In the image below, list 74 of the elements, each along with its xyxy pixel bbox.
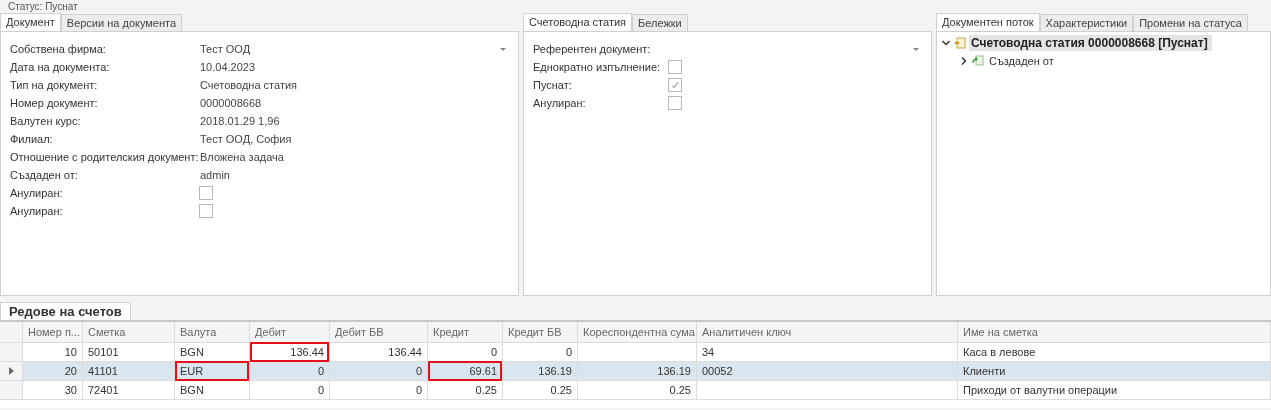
table-cell: 136.19 (578, 362, 697, 381)
column-header[interactable]: Номер п... (23, 322, 83, 343)
column-header[interactable]: Кредит БВ (503, 322, 578, 343)
column-header[interactable]: Дебит (250, 322, 330, 343)
table-cell: 0.25 (503, 381, 578, 400)
dropdown-value[interactable]: Тест ООД (200, 43, 251, 55)
field-label: Собствена фирма: (10, 43, 107, 55)
tab[interactable]: Версии на документа (60, 14, 183, 31)
field-label: Номер документ: (10, 97, 99, 109)
table-cell: 0 (330, 381, 428, 400)
tab[interactable]: Характеристики (1039, 14, 1134, 31)
chevron-right-icon[interactable] (959, 56, 969, 66)
table-cell: 20 (23, 362, 83, 381)
table-cell: 30 (23, 381, 83, 400)
tab[interactable]: Документ (0, 13, 61, 31)
table-cell: 69.61 (428, 362, 503, 381)
field-label: Валутен курс: (10, 115, 82, 127)
table-cell: 0 (250, 381, 330, 400)
table-cell: 0.25 (428, 381, 503, 400)
document-icon (954, 37, 966, 49)
column-header[interactable]: Валута (175, 322, 250, 343)
field-value: 0000008668 (200, 97, 262, 109)
tab[interactable]: Бележки (632, 14, 688, 31)
tree-item[interactable]: Създаден от (987, 54, 1058, 68)
field-label: Анулиран: (10, 187, 64, 199)
field-label: Референтен документ: (533, 43, 652, 55)
column-header[interactable]: Кредит (428, 322, 503, 343)
column-header[interactable]: Име на сметка (958, 322, 1271, 343)
field-label: Анулиран: (10, 205, 64, 217)
column-header[interactable]: Кореспондентна сума (578, 322, 697, 343)
field-label: Тип на документ: (10, 79, 99, 91)
check-icon (670, 80, 680, 90)
table-cell: Клиенти (958, 362, 1271, 381)
tab[interactable]: Редове на счетов (0, 302, 131, 320)
table-cell: Приходи от валутни операции (958, 381, 1271, 400)
field-value: Тест ООД, София (200, 133, 292, 145)
field-value: admin (200, 169, 230, 181)
row-indicator[interactable] (0, 362, 23, 381)
table-cell: 00052 (697, 362, 958, 381)
table-cell: EUR (175, 362, 250, 381)
status-label: Статус: Пуснат (7, 1, 78, 12)
table-cell: BGN (175, 381, 250, 400)
field-value: Счетоводна статия (200, 79, 298, 91)
table-cell: 0 (330, 362, 428, 381)
chevron-down-icon[interactable] (941, 38, 951, 48)
field-label: Отношение с родителския документ: (10, 151, 200, 163)
checkbox[interactable] (199, 186, 213, 200)
table-cell: 0.25 (578, 381, 697, 400)
tab[interactable]: Промени на статуса (1133, 14, 1248, 31)
column-header[interactable]: Сметка (83, 322, 175, 343)
checkbox[interactable] (668, 60, 682, 74)
checkbox[interactable] (668, 78, 682, 92)
field-value: Вложена задача (200, 151, 284, 163)
tree-item[interactable]: Счетоводна статия 0000008668 [Пуснат] (969, 35, 1212, 51)
field-label: Анулиран: (533, 97, 587, 109)
tab[interactable]: Документен поток (936, 13, 1040, 31)
dropdown-arrow-icon[interactable] (913, 47, 919, 51)
field-label: Еднократно изпълнение: (533, 61, 662, 73)
table-cell: 72401 (83, 381, 175, 400)
checkbox[interactable] (199, 204, 213, 218)
field-label: Пуснат: (533, 79, 573, 91)
field-value: 2018.01.29 1,96 (200, 115, 280, 127)
table-cell: 136.19 (503, 362, 578, 381)
dropdown-arrow-icon[interactable] (500, 47, 506, 51)
field-label: Дата на документа: (10, 61, 111, 73)
field-value: 10.04.2023 (200, 61, 256, 73)
column-header[interactable]: Аналитичен ключ (697, 322, 958, 343)
tab[interactable]: Счетоводна статия (523, 13, 633, 31)
table-cell: 0 (250, 362, 330, 381)
field-label: Създаден от: (10, 169, 79, 181)
field-label: Филиал: (10, 133, 54, 145)
table-cell: 41101 (83, 362, 175, 381)
column-header[interactable]: Дебит БВ (330, 322, 428, 343)
checkbox[interactable] (668, 96, 682, 110)
